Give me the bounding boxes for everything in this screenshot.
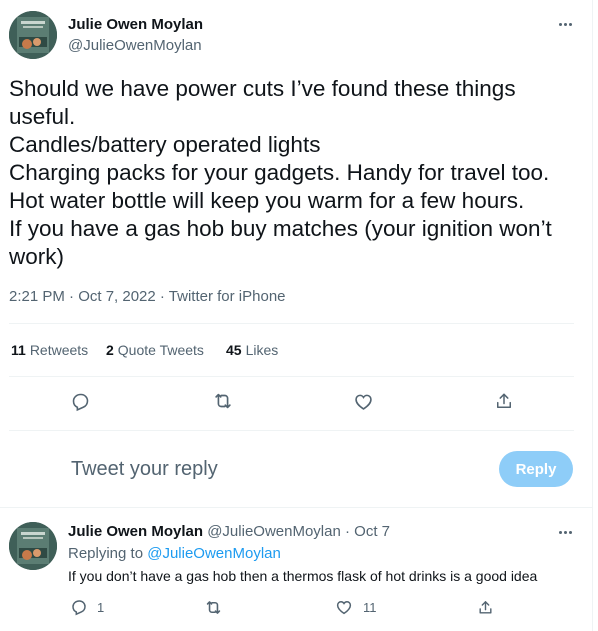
reply-button[interactable]: Reply	[499, 451, 573, 487]
tweet-text-line: Candles/battery operated lights	[9, 132, 321, 157]
retweet-icon[interactable]	[211, 390, 235, 412]
reply-text: If you don’t have a gas hob then a therm…	[68, 568, 538, 584]
author-name[interactable]: Julie Owen Moylan	[68, 16, 203, 33]
reply-share-icon[interactable]	[475, 597, 495, 617]
quote-label: Quote Tweets	[117, 342, 204, 358]
tweet-text-line: Hot water bottle will keep you warm for …	[9, 188, 525, 213]
reply-more-options-icon[interactable]	[555, 524, 575, 540]
replying-to-link[interactable]: @JulieOwenMoylan	[147, 545, 281, 562]
retweets-label: Retweets	[29, 342, 89, 358]
divider	[9, 376, 574, 377]
reply-input[interactable]: Tweet your reply	[71, 458, 218, 481]
tweet-text-line: Should we have power cuts I’ve found the…	[9, 76, 516, 101]
tweet-text-line: Charging packs for your gadgets. Handy f…	[9, 160, 550, 185]
retweets-stat[interactable]: 11 Retweets	[11, 342, 88, 358]
reply-reply-count: 1	[97, 600, 105, 615]
replying-to-label: Replying to	[68, 545, 148, 562]
reply-author-name[interactable]: Julie Owen Moylan	[68, 523, 203, 540]
author-avatar[interactable]	[9, 11, 57, 59]
reply-like-count: 11	[363, 600, 377, 615]
share-icon[interactable]	[493, 390, 515, 412]
quote-tweets-stat[interactable]: 2 Quote Tweets	[106, 342, 204, 358]
like-icon[interactable]	[352, 390, 374, 412]
tweet-text-line: useful.	[9, 104, 76, 129]
tweet-timestamp[interactable]: 2:21 PM · Oct 7, 2022 · Twitter for iPho…	[9, 288, 286, 305]
reply-like-icon[interactable]	[334, 597, 354, 617]
tweet-text-line: work)	[9, 244, 64, 269]
tweet-text-line: If you have a gas hob buy matches (your …	[9, 216, 552, 241]
divider	[0, 507, 593, 508]
reply-date[interactable]: Oct 7	[354, 523, 390, 540]
more-options-icon[interactable]	[555, 16, 575, 32]
likes-stat[interactable]: 45 Likes	[226, 342, 278, 358]
retweets-count: 11	[11, 342, 26, 358]
divider	[9, 430, 574, 431]
quote-count: 2	[106, 342, 114, 358]
reply-retweet-icon[interactable]	[203, 597, 223, 617]
divider	[9, 323, 574, 324]
likes-label: Likes	[245, 342, 279, 358]
replying-to: Replying to @JulieOwenMoylan	[68, 545, 281, 562]
reply-header: Julie Owen Moylan @JulieOwenMoylan · Oct…	[68, 523, 390, 540]
reply-icon[interactable]	[69, 390, 91, 412]
tweet-detail-view: Julie Owen Moylan @JulieOwenMoylan Shoul…	[0, 0, 593, 631]
reply-author-handle[interactable]: @JulieOwenMoylan	[207, 523, 341, 540]
likes-count: 45	[226, 342, 242, 358]
reply-author-avatar[interactable]	[9, 522, 57, 570]
reply-separator: ·	[340, 523, 355, 540]
reply-reply-icon[interactable]	[69, 597, 89, 617]
author-handle[interactable]: @JulieOwenMoylan	[68, 37, 202, 54]
